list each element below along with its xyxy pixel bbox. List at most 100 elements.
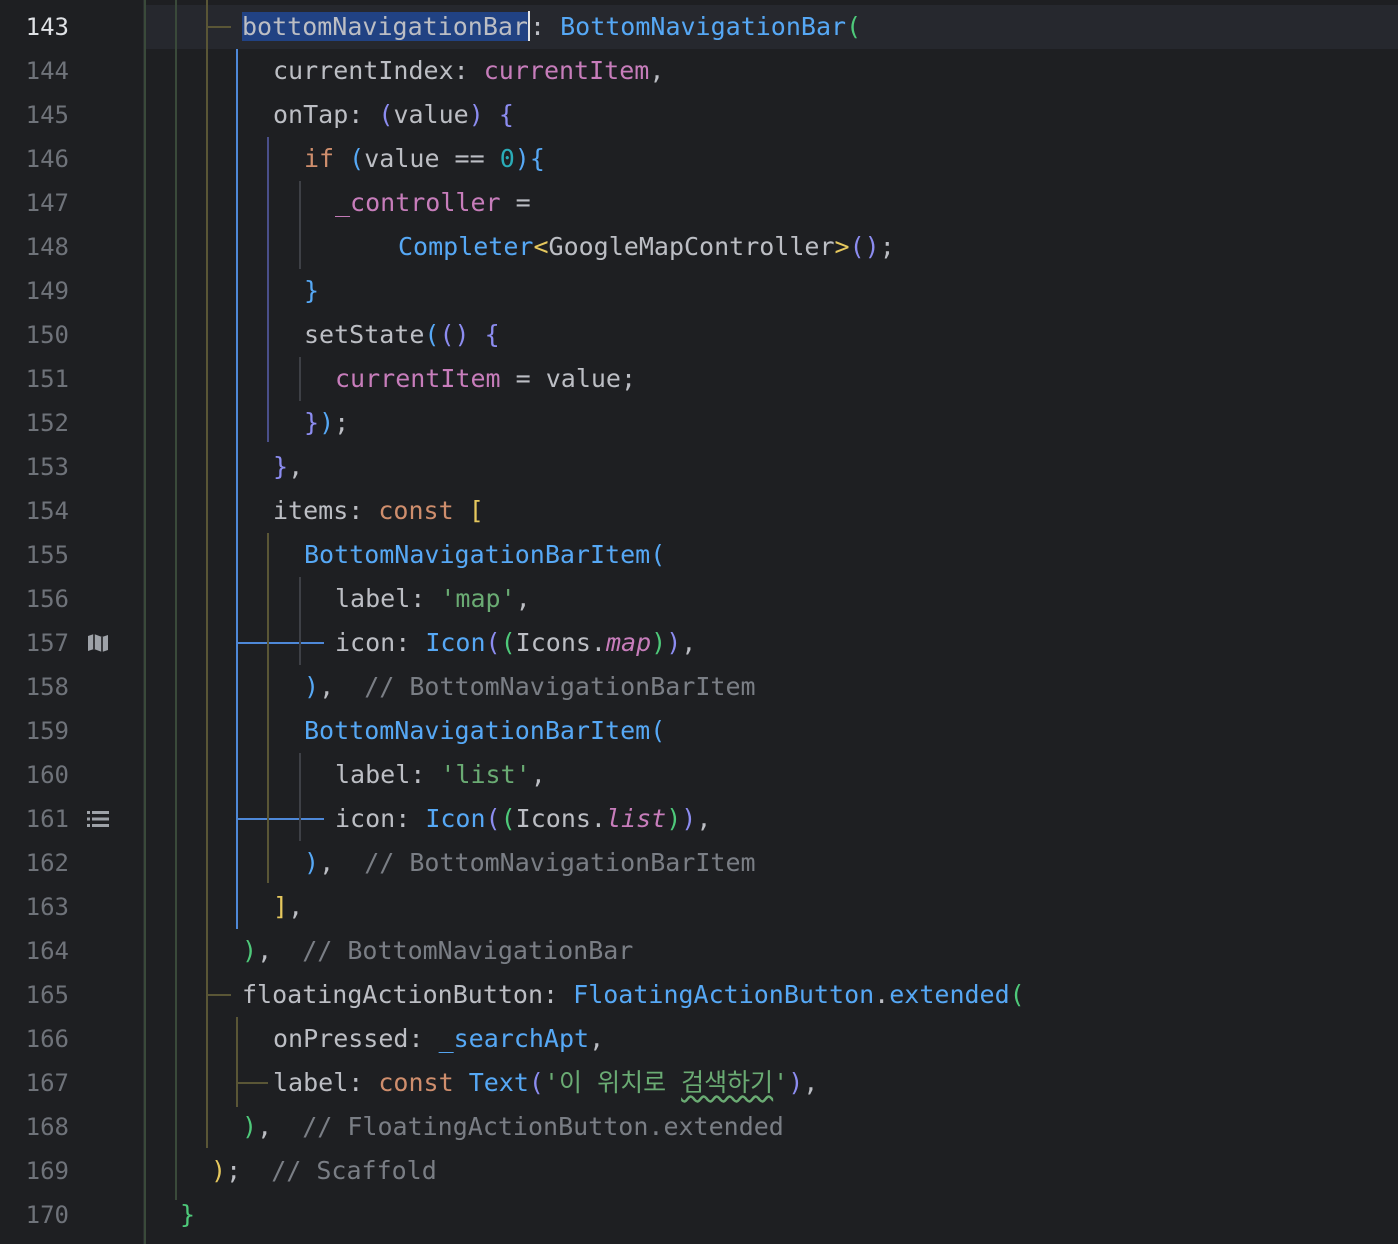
line-number: 163 [25,893,69,921]
code-token: : [410,584,441,613]
indent-guide [299,577,301,665]
code-token: Icons. [515,804,606,833]
code-line-159[interactable]: BottomNavigationBarItem( [304,709,665,753]
code-line-163[interactable]: ], [273,885,303,929]
code-line-151[interactable]: currentItem = value; [335,357,636,401]
line-number: 166 [25,1025,69,1053]
code-token: , [319,848,365,877]
code-line-146[interactable]: if (value == 0){ [304,137,545,181]
code-token: label [335,760,411,789]
code-line-168[interactable]: ), // FloatingActionButton.extended [242,1105,784,1149]
code-line-148[interactable]: Completer<GoogleMapController>(); [398,225,895,269]
code-token: : [395,628,426,657]
code-token: ) [468,100,484,129]
code-line-143[interactable]: bottomNavigationBar: BottomNavigationBar… [242,5,861,49]
code-line-169[interactable]: ); // Scaffold [211,1149,437,1193]
code-token: ( [528,1068,544,1097]
code-token: BottomNavigationBarItem [304,716,651,745]
code-token: Text [468,1068,529,1097]
code-line-152[interactable]: }); [304,401,349,445]
line-number-gutter[interactable]: 143 144 145 146 147 148 149 150 151 152 … [0,0,143,1244]
code-line-150[interactable]: setState(() { [304,313,500,357]
code-area[interactable]: bottomNavigationBar: BottomNavigationBar… [144,0,1398,1244]
indent-guide [236,642,324,644]
code-token: Icon [425,804,486,833]
code-token: ) [666,804,682,833]
code-token: ( [485,804,501,833]
code-token: 'list' [440,760,531,789]
line-number: 165 [25,981,69,1009]
indent-guide [206,26,231,28]
code-token: : [348,1068,379,1097]
code-token: } [273,452,289,481]
code-token: bottomNavigationBar [242,12,528,41]
code-token: : [395,804,426,833]
code-editor[interactable]: 143 144 145 146 147 148 149 150 151 152 … [0,0,1398,1244]
code-token: currentIndex [273,56,454,85]
code-comment: // FloatingActionButton.extended [302,1112,784,1141]
code-token: ; [879,232,895,261]
code-token: currentItem [335,364,501,393]
code-token: label [273,1068,349,1097]
line-number: 158 [25,673,69,701]
code-token: ( [485,628,501,657]
indent-guide [236,1082,268,1084]
code-token: : [408,1024,439,1053]
list-icon[interactable] [86,807,110,831]
code-token: _controller [335,188,501,217]
code-line-149[interactable]: } [304,269,319,313]
code-line-144[interactable]: currentIndex: currentItem, [273,49,664,93]
map-icon[interactable] [86,631,110,655]
code-line-167[interactable]: label: const Text('이 위치로 검색하기'), [273,1061,818,1105]
code-line-157[interactable]: icon: Icon((Icons.map)), [335,621,696,665]
code-token: : [348,100,379,129]
code-token: '이 위치로 [543,1068,682,1097]
code-token: , [681,628,697,657]
code-token: , [319,672,365,701]
code-token: , [257,1112,303,1141]
code-line-160[interactable]: label: 'list', [335,753,546,797]
code-token: Completer [398,232,534,261]
line-number: 152 [25,409,69,437]
code-line-153[interactable]: }, [273,445,303,489]
code-line-165[interactable]: floatingActionButton: FloatingActionButt… [242,973,1025,1017]
line-number: 164 [25,937,69,965]
code-line-164[interactable]: ), // BottomNavigationBar [242,929,633,973]
line-number: 149 [25,277,69,305]
code-token: Icons. [515,628,606,657]
code-line-147[interactable]: _controller = [335,181,531,225]
code-line-166[interactable]: onPressed: _searchApt, [273,1017,604,1061]
code-token: ( [378,100,394,129]
code-token: { [529,144,545,173]
line-number: 159 [25,717,69,745]
code-line-145[interactable]: onTap: (value) { [273,93,514,137]
indent-guide [236,818,324,820]
code-token: () [849,232,880,261]
code-comment: // BottomNavigationBarItem [364,848,756,877]
code-token: icon [335,804,396,833]
code-token: } [304,276,320,305]
code-line-154[interactable]: items: const [ [273,489,484,533]
code-line-161[interactable]: icon: Icon((Icons.list)), [335,797,711,841]
line-number: 160 [25,761,69,789]
indent-guide [299,181,301,269]
line-number: 170 [25,1201,69,1229]
code-comment: // BottomNavigationBarItem [364,672,756,701]
code-line-156[interactable]: label: 'map', [335,577,531,621]
code-line-170[interactable]: } [180,1193,195,1237]
indent-guide [267,137,269,442]
code-line-162[interactable]: ), // BottomNavigationBarItem [304,841,756,885]
code-token: < [533,232,549,261]
code-token: ( [500,628,516,657]
line-number: 169 [25,1157,69,1185]
code-token: ( [650,716,666,745]
code-line-158[interactable]: ), // BottomNavigationBarItem [304,665,756,709]
code-token: ( [650,540,666,569]
code-line-155[interactable]: BottomNavigationBarItem( [304,533,665,577]
code-token: icon [335,628,396,657]
line-number: 161 [25,805,69,833]
line-number: 168 [25,1113,69,1141]
